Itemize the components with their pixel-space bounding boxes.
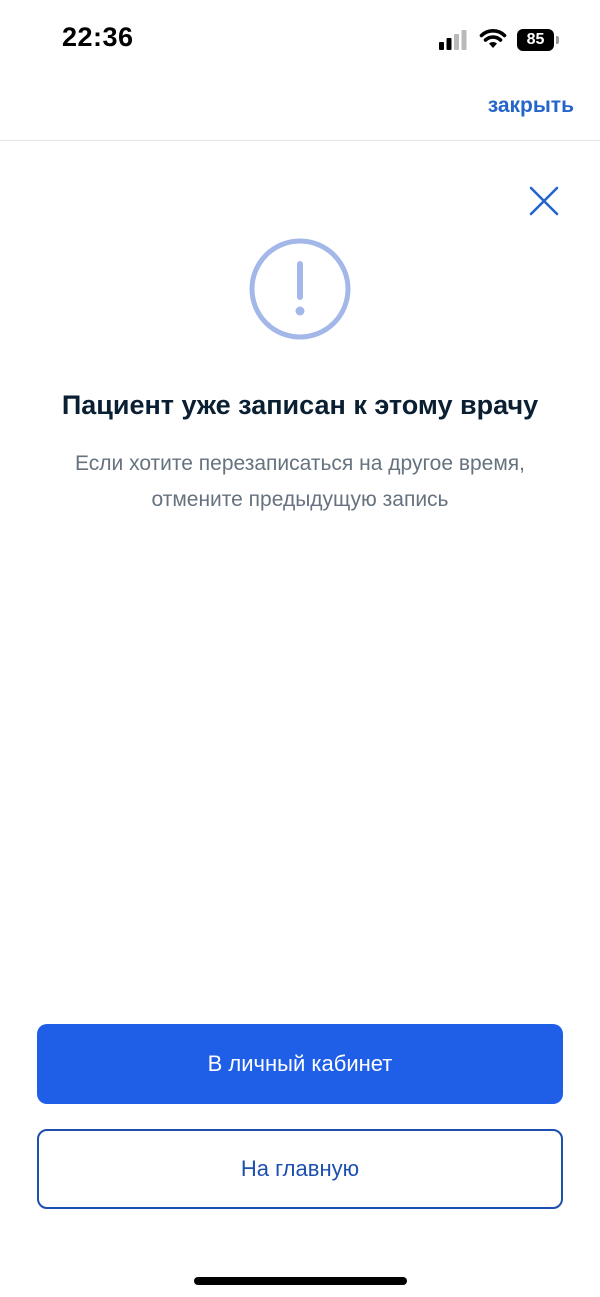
home-indicator[interactable] bbox=[194, 1277, 407, 1285]
close-link[interactable]: закрыть bbox=[488, 94, 574, 118]
battery-level: 85 bbox=[517, 29, 554, 51]
close-icon[interactable] bbox=[528, 185, 560, 217]
wifi-icon bbox=[479, 29, 507, 48]
status-time: 22:36 bbox=[62, 22, 134, 52]
screen: 22:36 85 закрыть Пациент уже записан к э… bbox=[0, 0, 600, 1297]
status-bar: 22:36 85 bbox=[0, 0, 600, 80]
dialog-subtitle-line-2: отмените предыдущую запись bbox=[151, 488, 449, 511]
dialog-subtitle-line-1: Если хотите перезаписаться на другое вре… bbox=[74, 452, 525, 475]
go-home-button[interactable]: На главную bbox=[37, 1129, 563, 1209]
personal-account-button[interactable]: В личный кабинет bbox=[37, 1024, 563, 1104]
battery-tip bbox=[556, 36, 559, 44]
cellular-signal-icon bbox=[439, 30, 467, 50]
exclamation-circle-icon bbox=[249, 238, 351, 340]
dialog-subtitle: Если хотите перезаписаться на другое вре… bbox=[30, 446, 570, 518]
battery-icon: 85 bbox=[517, 29, 561, 51]
top-nav: закрыть bbox=[0, 80, 600, 141]
dialog-title: Пациент уже записан к этому врачу bbox=[61, 390, 539, 420]
